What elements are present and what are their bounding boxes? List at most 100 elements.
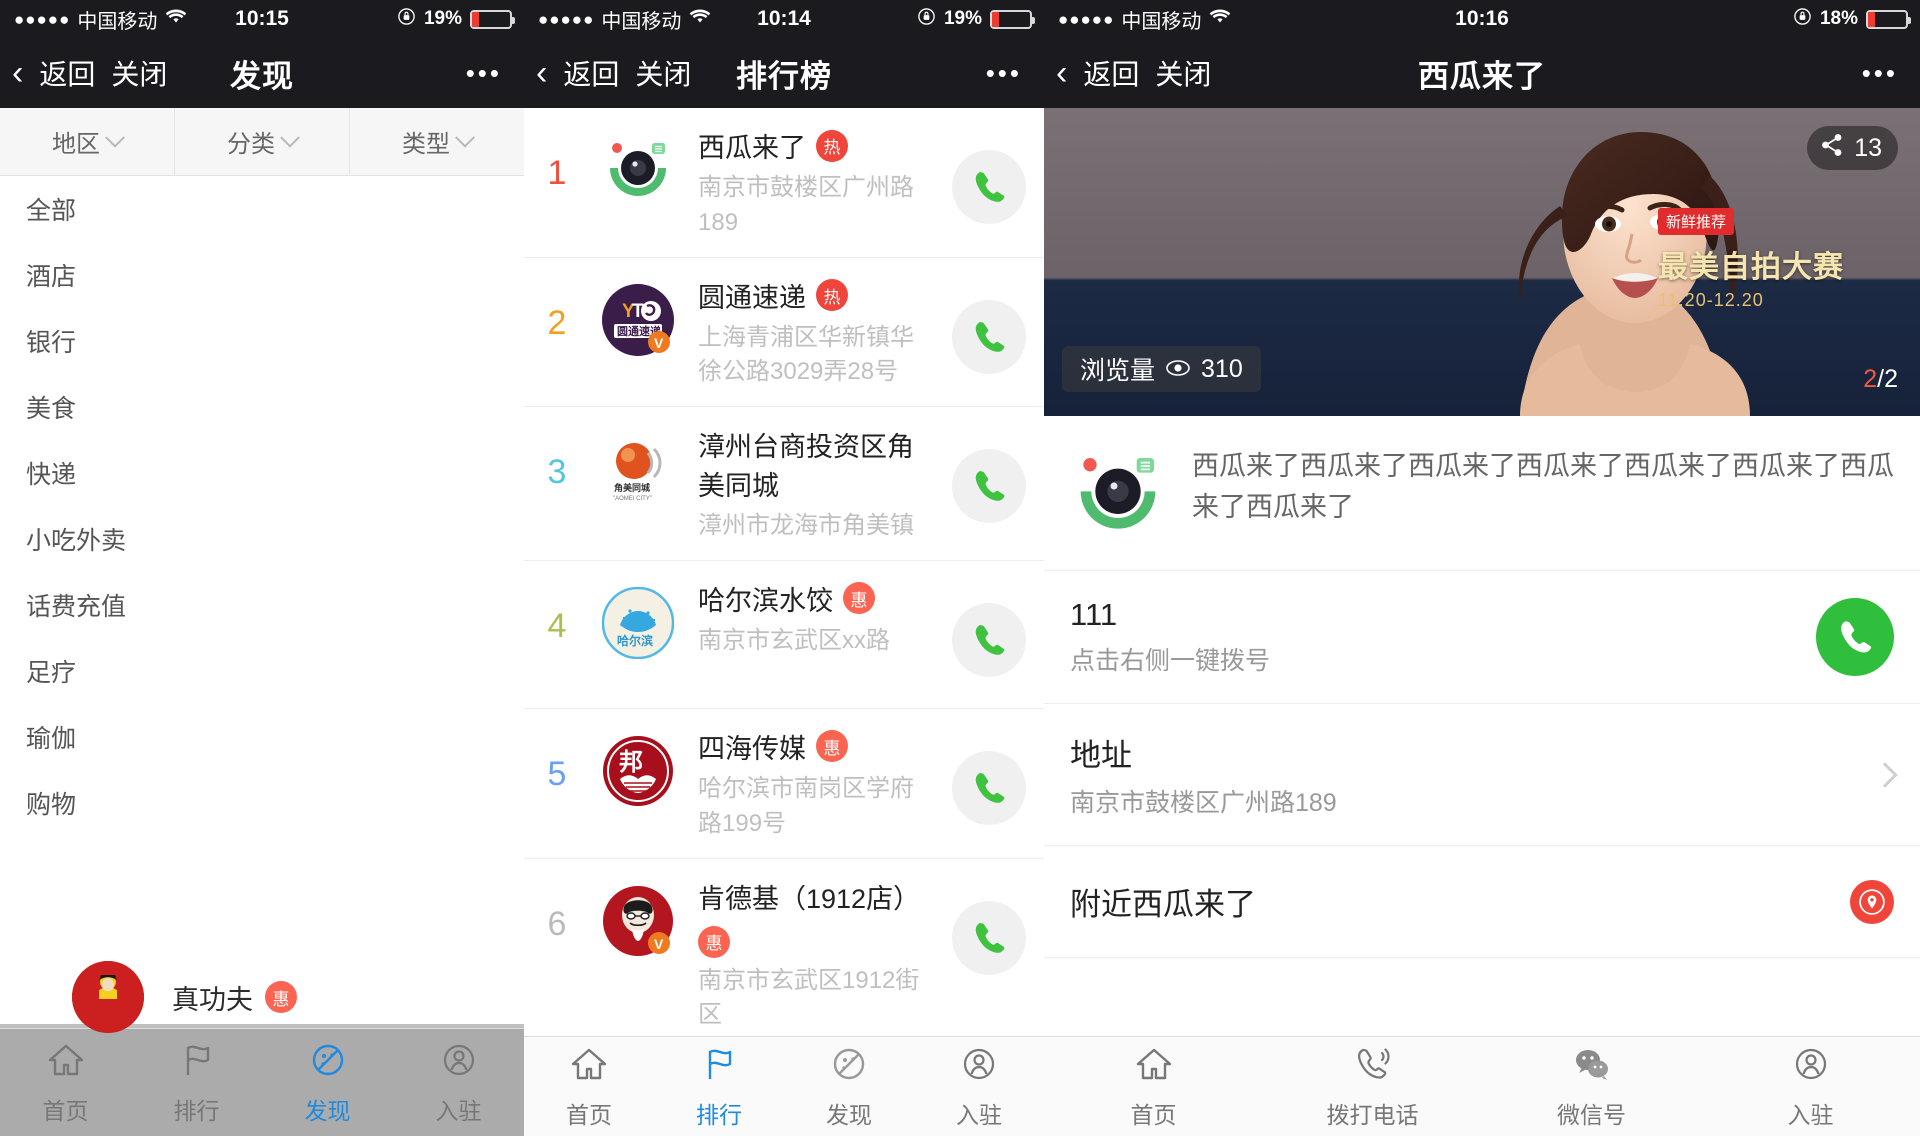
phone-icon [1841,621,1872,653]
shop-name: 肯德基（1912店） [698,883,921,914]
signal-dots-icon: ●●●●● [14,9,71,29]
table-row[interactable]: 6 V 肯德基（1912店） 惠 南京市玄武区1912街区 [524,859,1044,1051]
flag-icon [176,1039,218,1086]
compass-icon [307,1039,349,1086]
nav-left-1[interactable]: ‹ 返回 关闭 [0,53,167,93]
row-call[interactable] [934,877,1044,975]
row-title: 圆通速递 热 [698,276,926,315]
rank-number: 5 [547,754,567,793]
filter-type[interactable]: 类型 [350,108,524,175]
location-pin-icon[interactable] [1850,879,1894,924]
address-text: 地址 南京市鼓楼区广州路189 [1070,730,1876,819]
call-button[interactable] [952,750,1026,825]
tab-home[interactable]: 首页 [0,1039,131,1126]
clock-2: 10:14 [757,7,811,30]
call-button[interactable] [952,900,1026,975]
tab-join[interactable]: 入驻 [1701,1043,1920,1130]
table-row[interactable]: 4 哈尔滨 哈尔滨水饺 惠 南京市玄武区xx路 [524,561,1044,709]
tab-discover[interactable]: 发现 [784,1043,914,1130]
tab-ranking[interactable]: 排行 [654,1043,784,1130]
back-chevron-icon[interactable]: ‹ [1056,56,1067,90]
call-button[interactable] [952,150,1026,224]
filter-category[interactable]: 分类 [175,108,350,175]
row-body: 圆通速递 热 上海青浦区华新镇华徐公路3029弄28号 [686,276,934,391]
list-item[interactable]: 银行 [0,308,524,374]
share-icon [1819,132,1845,165]
filter-region[interactable]: 地区 [0,108,175,175]
call-button[interactable] [952,602,1026,677]
tab-join[interactable]: 入驻 [914,1043,1044,1130]
tab-ranking[interactable]: 排行 [131,1039,262,1126]
list-item[interactable]: 快递 [0,440,524,506]
list-item[interactable]: 瑜伽 [0,704,524,770]
close-button[interactable]: 关闭 [111,53,167,93]
shop-name: 真功夫 [172,984,253,1015]
list-item[interactable]: 全部 [0,176,524,242]
shop-address: 漳州市龙海市角美镇 [698,512,914,540]
table-row[interactable]: 5 邦 四海传媒 惠 哈尔滨市南岗区学府路199号 [524,709,1044,859]
back-button[interactable]: 返回 [563,53,619,93]
tab-join-label: 入驻 [435,1098,482,1124]
list-item[interactable]: 小吃外卖 [0,506,524,572]
more-menu-icon[interactable]: ••• [986,58,1044,89]
row-call[interactable] [934,425,1044,524]
tab-home[interactable]: 首页 [1044,1043,1263,1130]
tab-join[interactable]: 入驻 [393,1039,524,1126]
close-button[interactable]: 关闭 [635,53,691,93]
signal-dots-icon: ●●●●● [1058,9,1115,29]
nav-left-3[interactable]: ‹ 返回 关闭 [1044,53,1211,93]
row-call[interactable] [934,579,1044,677]
table-row[interactable]: 2 Y T 圆通速递 V 圆通速递 热 上海青浦区华新镇华徐公路3029弄28号 [524,258,1044,408]
tab-home[interactable]: 首页 [524,1043,654,1130]
tab-bar-1: 首页 排行 发现 入驻 [0,1028,524,1136]
status-bar-3: ●●●●● 中国移动 10:16 18% [1044,0,1920,38]
row-call[interactable] [934,276,1044,374]
address-row[interactable]: 地址 南京市鼓楼区广州路189 [1044,704,1920,846]
tab-bar-3: 首页 拨打电话 微信号 入驻 [1044,1036,1920,1136]
dial-button[interactable] [1816,598,1894,676]
tab-wechat[interactable]: 微信号 [1482,1043,1701,1130]
row-logo: 哈尔滨 [590,579,686,659]
row-call[interactable] [934,126,1044,224]
list-item[interactable]: 购物 [0,770,524,836]
more-menu-icon[interactable]: ••• [466,58,524,89]
category-label: 美食 [26,395,77,423]
more-menu-icon[interactable]: ••• [1862,58,1920,89]
phone-row[interactable]: 111 点击右侧一键拨号 [1044,571,1920,704]
table-row[interactable]: 1 西瓜来了 热 南京市鼓楼区广州路189 [524,108,1044,258]
list-item[interactable]: 美食 [0,374,524,440]
status-badge: 热 [816,129,848,162]
tab-home-label: 首页 [566,1102,612,1128]
page-title-2: 排行榜 [736,58,832,94]
shop-name: 漳州台商投资区角美同城 [698,432,914,502]
promo-title: 最美自拍大赛 [1658,251,1844,284]
back-button[interactable]: 返回 [39,53,95,93]
shop-name: 哈尔滨水饺 [698,585,833,616]
shop-address: 上海青浦区华新镇华徐公路3029弄28号 [698,323,914,386]
promo-banner[interactable]: 13 新鲜推荐 最美自拍大赛 11.20-12.20 浏览量 310 2/2 [1044,108,1920,416]
views-count: 310 [1201,354,1243,383]
list-item[interactable]: 话费充值 [0,572,524,638]
phone-screen-ranking: ●●●●● 中国移动 10:14 19% ‹ 返回 关闭 排行榜 ••• 1 西… [524,0,1044,1136]
nearby-row[interactable]: 附近西瓜来了 [1044,846,1920,958]
phone-icon [975,624,1005,655]
row-call[interactable] [934,727,1044,825]
partially-hidden-row[interactable]: 真功夫 惠 [0,958,524,1036]
call-button[interactable] [952,299,1026,374]
svg-text:"AOMEI CITY": "AOMEI CITY" [613,496,652,502]
tab-discover[interactable]: 发现 [262,1039,393,1126]
table-row[interactable]: 3 角美同城 "AOMEI CITY" 漳州台商投资区角美同城 漳州市龙海市角美… [524,407,1044,561]
call-button[interactable] [952,449,1026,524]
tab-call[interactable]: 拨打电话 [1263,1043,1482,1130]
category-list: 全部 酒店 银行 美食 快递 小吃外卖 话费充值 足疗 瑜伽 购物 [0,176,524,836]
list-item[interactable]: 酒店 [0,242,524,308]
back-button[interactable]: 返回 [1083,53,1139,93]
share-button[interactable]: 13 [1807,126,1898,170]
status-badge: 热 [816,279,848,312]
list-item[interactable]: 足疗 [0,638,524,704]
back-chevron-icon[interactable]: ‹ [12,56,23,90]
nav-left-2[interactable]: ‹ 返回 关闭 [524,53,691,93]
close-button[interactable]: 关闭 [1155,53,1211,93]
tab-join-label: 入驻 [956,1102,1002,1128]
back-chevron-icon[interactable]: ‹ [536,56,547,90]
